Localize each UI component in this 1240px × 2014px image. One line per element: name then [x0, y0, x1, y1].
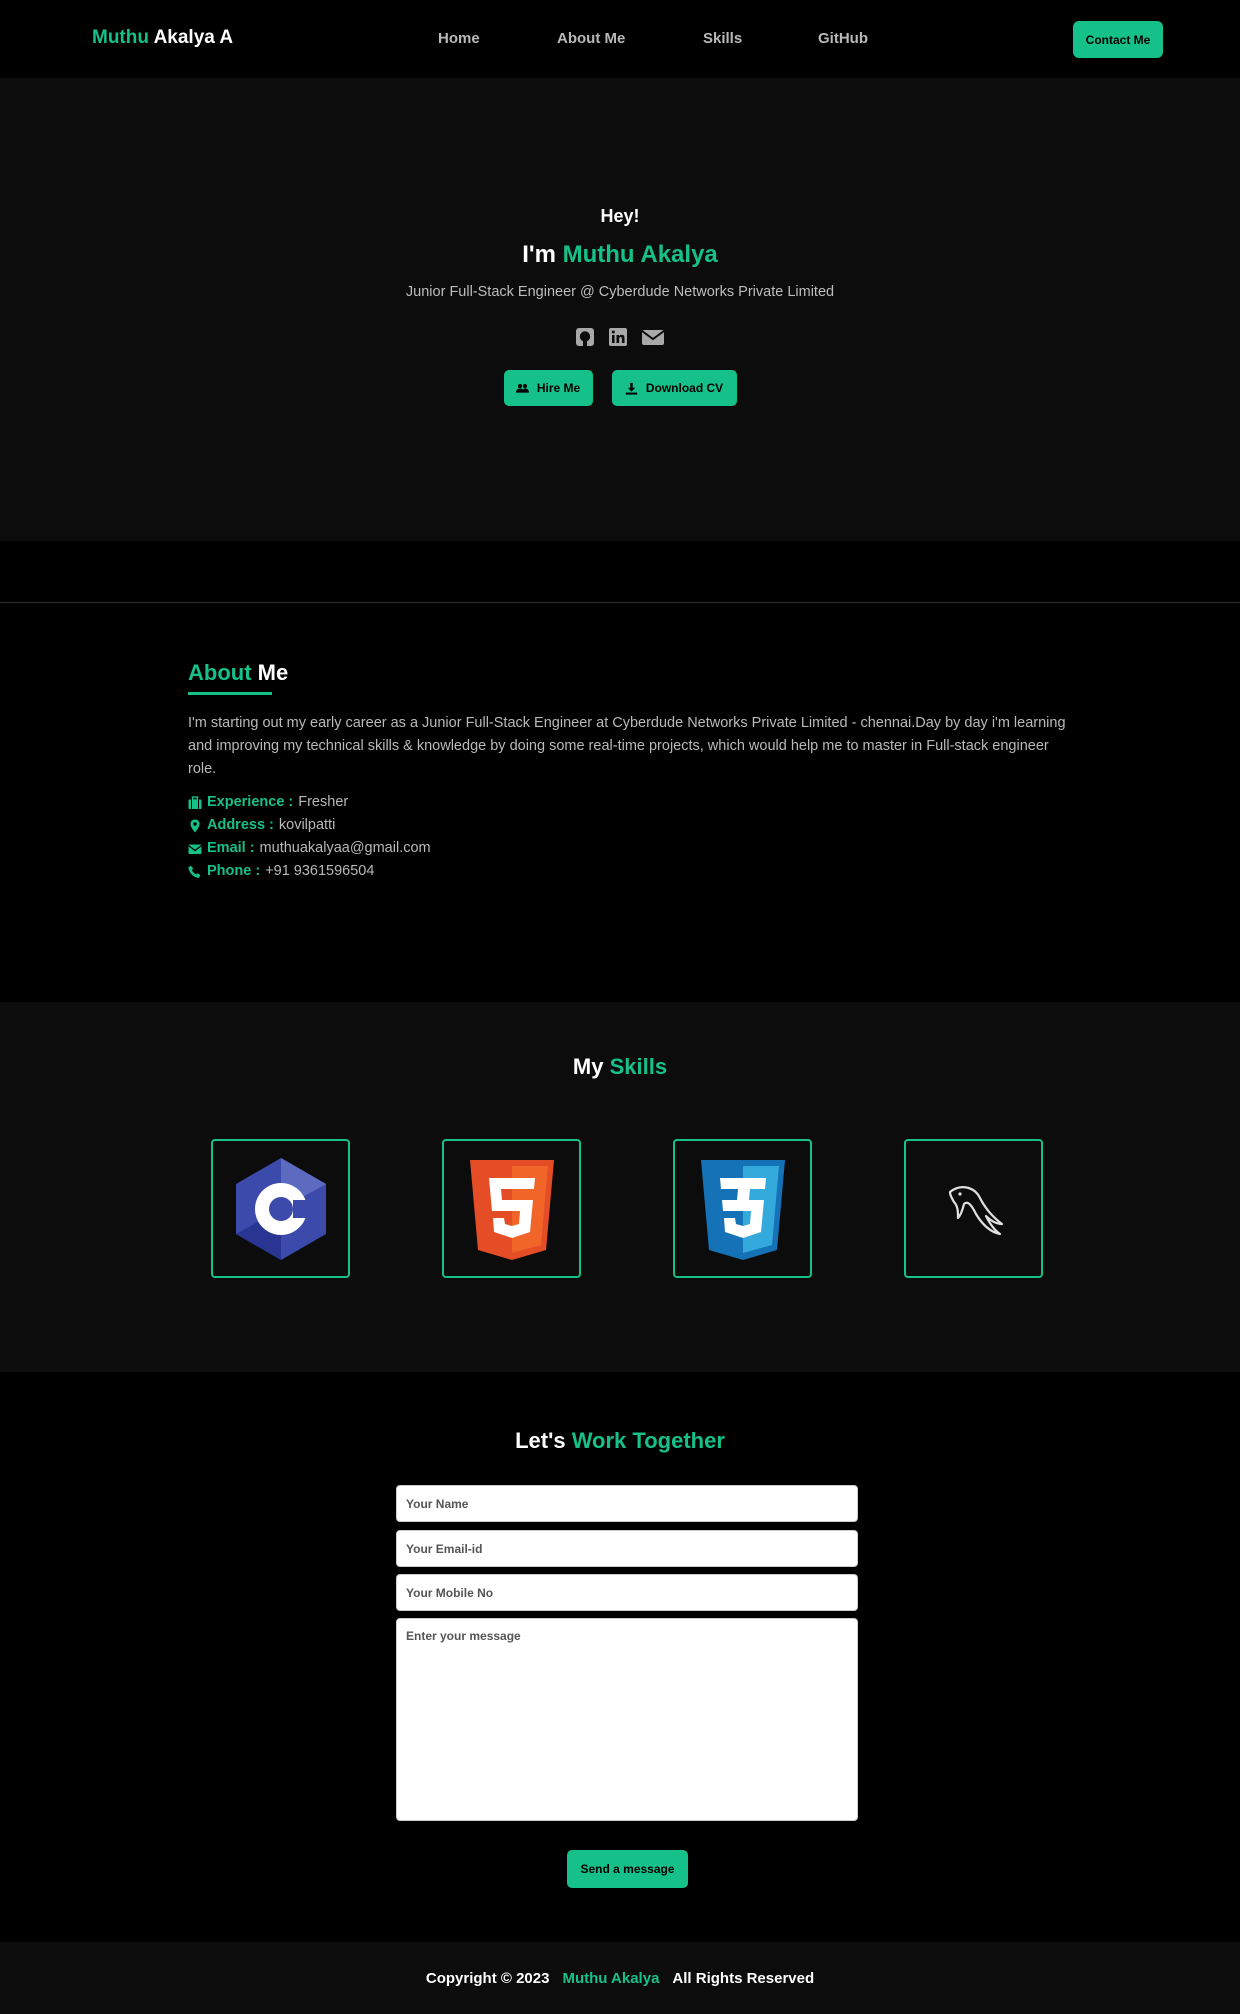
envelope-icon[interactable] — [641, 327, 665, 347]
info-experience-label: Experience : — [207, 794, 294, 810]
mobile-input[interactable] — [396, 1574, 858, 1611]
hero-buttons: Hire Me Download CV — [0, 370, 1240, 406]
about-title-accent: About — [188, 660, 252, 685]
footer-name: Muthu Akalya — [562, 1969, 660, 1987]
contact-title-accent: Work Together — [571, 1428, 725, 1453]
contact-title-first: Let's — [515, 1428, 566, 1453]
hire-me-label: Hire Me — [536, 381, 581, 395]
brand-first: Muthu — [92, 27, 149, 48]
briefcase-icon — [188, 795, 202, 809]
info-phone-value: +91 9361596504 — [265, 863, 375, 879]
info-email-label: Email : — [207, 840, 255, 856]
email-input[interactable] — [396, 1530, 858, 1567]
hero-section: Hey! I'm Muthu Akalya Junior Full-Stack … — [0, 78, 1240, 541]
send-message-button[interactable]: Send a message — [567, 1850, 688, 1888]
mysql-dolphin-icon — [948, 1185, 1003, 1235]
brand-logo[interactable]: Muthu Akalya A — [92, 27, 233, 49]
footer-rights: All Rights Reserved — [672, 1969, 815, 1987]
social-icons — [0, 327, 1240, 347]
users-icon — [515, 383, 529, 393]
info-phone: Phone : +91 9361596504 — [188, 860, 1068, 883]
about-title: About Me — [188, 660, 1068, 686]
download-cv-label: Download CV — [645, 381, 724, 395]
skills-title-accent: Skills — [609, 1054, 668, 1079]
envelope-icon — [188, 844, 202, 854]
download-cv-button[interactable]: Download CV — [611, 370, 737, 406]
hero-name: I'm Muthu Akalya — [0, 241, 1240, 269]
skill-card-html5 — [442, 1139, 581, 1278]
info-email-value: muthuakalyaa@gmail.com — [259, 840, 431, 856]
info-experience-value: Fresher — [298, 794, 349, 810]
contact-section: Let's Work Together Send a message — [0, 1372, 1240, 1942]
phone-icon — [188, 865, 201, 878]
hero-name-prefix: I'm — [522, 241, 556, 268]
skill-card-mysql — [904, 1139, 1043, 1278]
about-text: I'm starting out my early career as a Ju… — [188, 715, 1066, 777]
name-input[interactable] — [396, 1485, 858, 1522]
footer-copyright: Copyright © 2023 — [425, 1969, 550, 1987]
hero-subtitle: Junior Full-Stack Engineer @ Cyberdude N… — [405, 284, 835, 300]
github-icon[interactable] — [575, 327, 595, 347]
info-address-label: Address : — [207, 817, 274, 833]
hero-name-accent: Muthu Akalya — [562, 241, 718, 268]
nav-skills-link[interactable]: Skills — [703, 30, 742, 47]
info-email: Email : muthuakalyaa@gmail.com — [188, 837, 1068, 860]
contact-title: Let's Work Together — [0, 1428, 1240, 1454]
info-experience: Experience : Fresher — [188, 791, 1068, 814]
map-marker-icon — [190, 819, 200, 832]
css3-logo-icon — [700, 1159, 785, 1260]
info-address-value: kovilpatti — [278, 817, 336, 833]
skill-card-c — [211, 1139, 350, 1278]
navbar: Muthu Akalya A Home About Me Skills GitH… — [0, 0, 1240, 78]
about-title-rest: Me — [257, 660, 289, 685]
nav-about-link[interactable]: About Me — [557, 30, 625, 47]
hire-me-button[interactable]: Hire Me — [503, 370, 593, 406]
about-info-list: Experience : Fresher Address : kovilpatt… — [188, 791, 1068, 883]
html5-logo-icon — [469, 1159, 554, 1260]
section-divider — [0, 602, 1240, 603]
contact-me-button[interactable]: Contact Me — [1073, 21, 1163, 58]
hero-greeting: Hey! — [600, 206, 640, 226]
message-textarea[interactable] — [396, 1618, 858, 1821]
nav-home-link[interactable]: Home — [438, 30, 480, 47]
info-phone-label: Phone : — [207, 863, 261, 879]
nav-github-link[interactable]: GitHub — [818, 30, 868, 47]
about-section: About Me I'm starting out my early caree… — [188, 660, 1068, 883]
download-icon — [625, 382, 638, 395]
skills-title-first: My — [572, 1054, 604, 1079]
about-title-underline — [188, 692, 272, 695]
skills-title: My Skills — [0, 1054, 1240, 1080]
footer: Copyright © 2023 Muthu Akalya All Rights… — [0, 1942, 1240, 2014]
brand-rest: Akalya A — [153, 27, 234, 48]
skill-card-css3 — [673, 1139, 812, 1278]
c-logo-icon — [235, 1157, 326, 1260]
skills-section: My Skills — [0, 1002, 1240, 1372]
info-address: Address : kovilpatti — [188, 814, 1068, 837]
linkedin-icon[interactable] — [608, 327, 628, 347]
